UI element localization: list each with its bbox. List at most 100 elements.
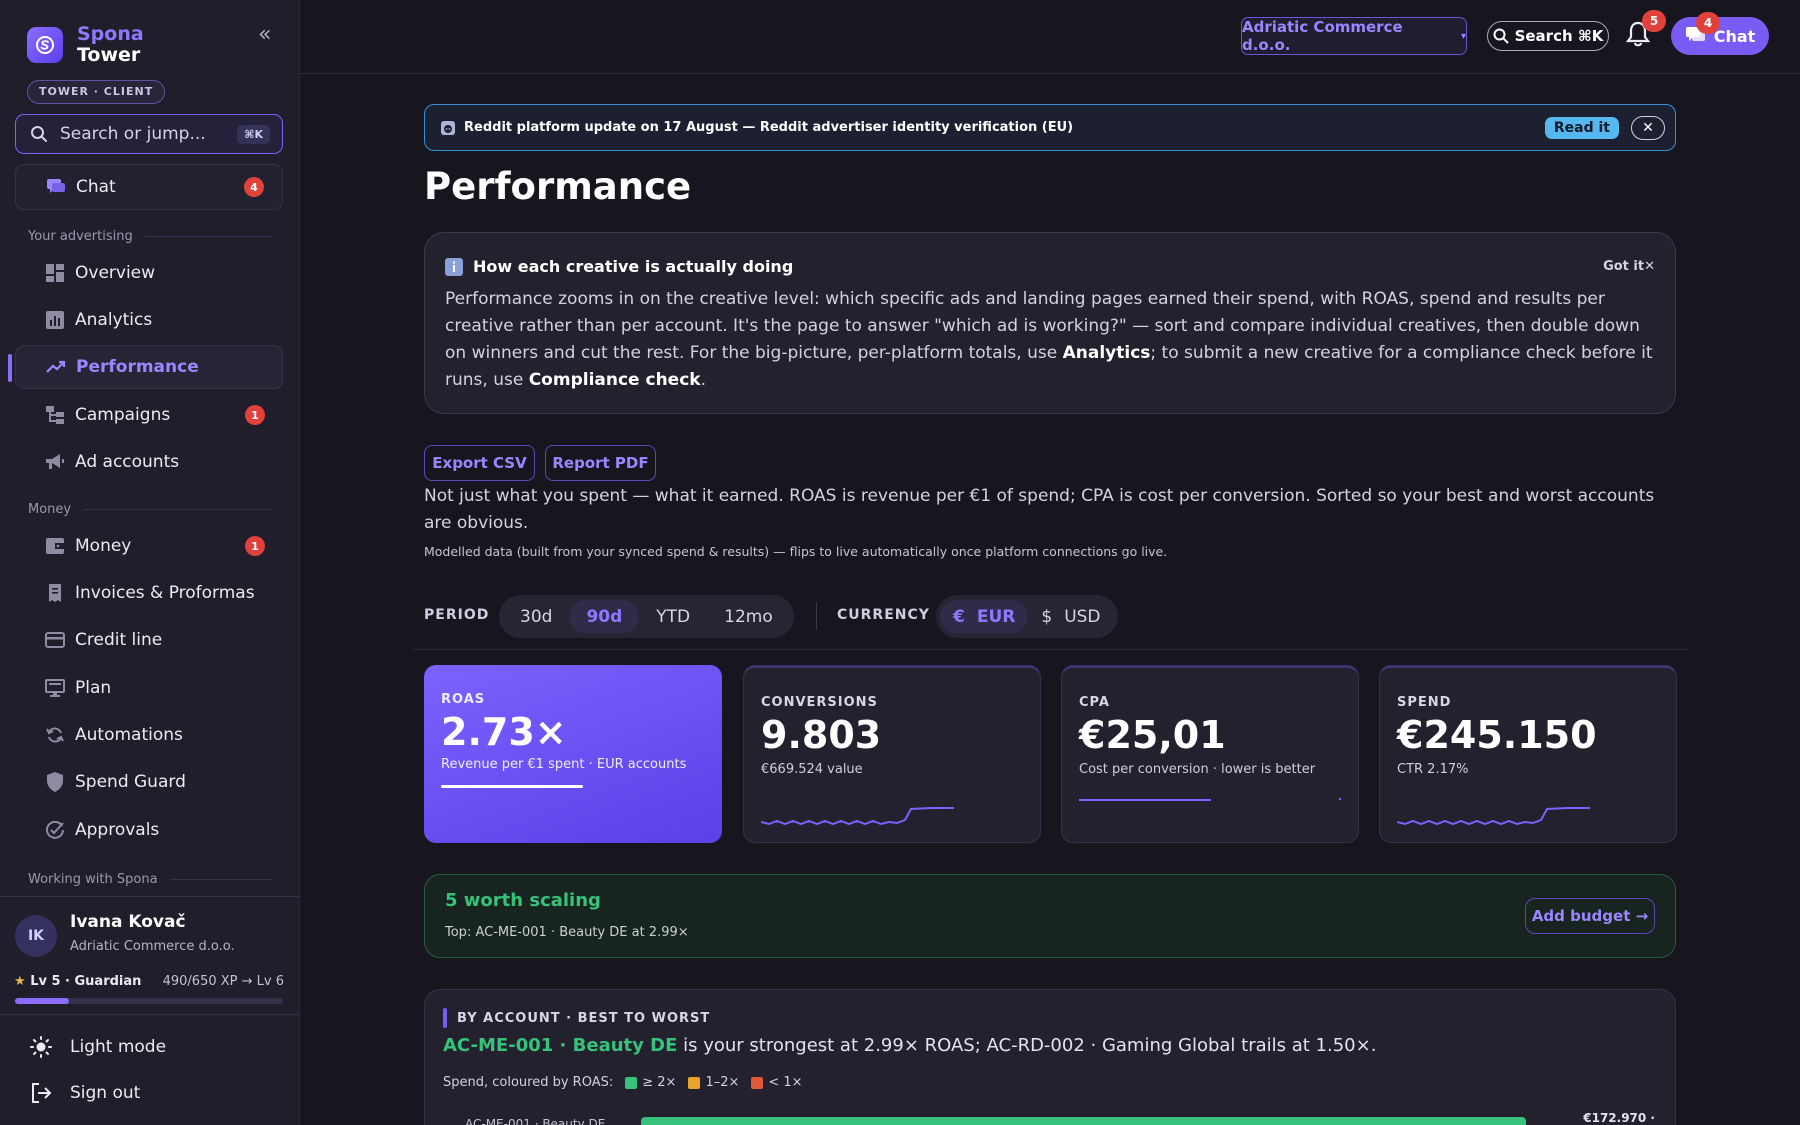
sidebar-item-analytics[interactable]: Analytics <box>15 298 283 342</box>
period-option-12mo[interactable]: 12mo <box>707 600 790 633</box>
legend-swatch-mid <box>688 1076 701 1089</box>
kpi-card-spend[interactable]: SPEND €245.150 CTR 2.17% <box>1379 665 1677 843</box>
hierarchy-icon <box>45 405 65 425</box>
trend-icon <box>46 357 66 377</box>
account-spend-bar[interactable] <box>641 1117 1526 1125</box>
level-row: ★ Lv 5 · Guardian 490/650 XP → Lv 6 <box>14 974 284 989</box>
info-body: Performance zooms in on the creative lev… <box>445 289 1653 390</box>
collapse-sidebar-icon[interactable]: « <box>258 22 271 47</box>
sidebar-item-automations[interactable]: Automations <box>15 713 283 757</box>
export-csv-button[interactable]: Export CSV <box>424 445 535 481</box>
euro-icon: € <box>953 606 965 627</box>
user-company: Adriatic Commerce d.o.o. <box>70 939 235 954</box>
sidebar-item-label: Invoices & Proformas <box>75 583 255 603</box>
kpi-label: CONVERSIONS <box>761 695 878 710</box>
receipt-icon <box>45 583 65 603</box>
compliance-check-link[interactable]: Compliance check <box>529 370 701 390</box>
sidebar-item-money[interactable]: Money 1 <box>15 524 283 568</box>
sidebar-item-invoices[interactable]: Invoices & Proformas <box>15 571 283 615</box>
info-title: How each creative is actually doing <box>473 257 794 276</box>
legend-swatch-low <box>751 1076 764 1089</box>
sidebar-item-label: Plan <box>75 678 112 698</box>
sidebar-search-input[interactable]: Search or jump... ⌘K <box>15 114 283 154</box>
section-label: Money <box>28 502 272 517</box>
search-icon <box>1493 28 1509 44</box>
search-button[interactable]: Search ⌘K <box>1487 21 1609 51</box>
period-option-ytd[interactable]: YTD <box>639 600 707 633</box>
sidebar-item-credit-line[interactable]: Credit line <box>15 618 283 662</box>
currency-option-usd[interactable]: $ USD <box>1028 600 1113 633</box>
chat-button-label: Chat <box>1713 26 1756 46</box>
chat-button[interactable]: Chat <box>1671 17 1769 55</box>
announcement-banner: Reddit platform update on 17 August — Re… <box>424 104 1676 151</box>
light-mode-label: Light mode <box>70 1037 167 1057</box>
sidebar-item-label: Overview <box>75 263 156 283</box>
info-card: How each creative is actually doing Got … <box>424 232 1676 414</box>
bar-chart-icon <box>45 310 65 330</box>
light-mode-toggle[interactable]: Light mode <box>30 1036 166 1058</box>
chat-count-badge: 4 <box>244 177 264 197</box>
divider <box>0 896 299 897</box>
report-pdf-button[interactable]: Report PDF <box>545 445 656 481</box>
kpi-card-roas[interactable]: ROAS 2.73× Revenue per €1 spent · EUR ac… <box>424 665 722 843</box>
period-option-30d[interactable]: 30d <box>503 600 569 633</box>
sidebar-item-performance[interactable]: Performance <box>15 345 283 389</box>
sidebar-item-label: Automations <box>75 725 183 745</box>
currency-selector: € EUR $ USD <box>936 595 1118 638</box>
close-banner-icon[interactable]: ✕ <box>1631 115 1665 140</box>
campaigns-count-badge: 1 <box>245 405 265 425</box>
period-label: PERIOD <box>424 607 490 623</box>
sign-out-button[interactable]: Sign out <box>30 1082 140 1104</box>
sidebar-item-ad-accounts[interactable]: Ad accounts <box>15 440 283 484</box>
period-option-90d[interactable]: 90d <box>569 600 640 633</box>
top-account-link[interactable]: AC-ME-001 · Beauty DE <box>443 1035 677 1056</box>
by-account-header: BY ACCOUNT · BEST TO WORST <box>443 1008 710 1028</box>
read-it-button[interactable]: Read it <box>1544 116 1619 139</box>
xp-progress-bar <box>15 998 283 1004</box>
dollar-icon: $ <box>1041 606 1053 627</box>
sidebar-item-label: Campaigns <box>75 405 171 425</box>
kpi-card-cpa[interactable]: CPA €25,01 Cost per conversion · lower i… <box>1061 665 1359 843</box>
section-label: Your advertising <box>28 229 272 244</box>
accent-bar <box>443 1008 447 1028</box>
search-placeholder: Search or jump... <box>60 124 206 144</box>
xp-label: 490/650 XP → Lv 6 <box>162 974 284 989</box>
org-name: Adriatic Commerce d.o.o. <box>1242 18 1403 54</box>
scaling-title: 5 worth scaling <box>445 890 601 911</box>
org-switcher[interactable]: Adriatic Commerce d.o.o. ▾ <box>1241 17 1467 55</box>
sidebar-item-label: Approvals <box>75 820 160 840</box>
search-button-label: Search ⌘K <box>1514 27 1604 45</box>
by-account-summary: AC-ME-001 · Beauty DE is your strongest … <box>443 1035 1377 1056</box>
sidebar-item-label: Money <box>75 536 132 556</box>
grid-icon <box>45 263 65 283</box>
brand[interactable]: Spona Tower <box>27 24 144 66</box>
sidebar-item-plan[interactable]: Plan <box>15 666 283 710</box>
kpi-card-conversions[interactable]: CONVERSIONS 9.803 €669.524 value <box>743 665 1041 843</box>
got-it-button[interactable]: Got it✕ <box>1603 259 1655 274</box>
add-budget-button[interactable]: Add budget → <box>1525 898 1655 934</box>
sidebar-item-campaigns[interactable]: Campaigns 1 <box>15 393 283 437</box>
analytics-link[interactable]: Analytics <box>1063 343 1151 363</box>
topbar: Adriatic Commerce d.o.o. ▾ Search ⌘K 5 Ch… <box>300 0 1800 74</box>
sidebar-item-spend-guard[interactable]: Spend Guard <box>15 760 283 804</box>
shield-icon <box>45 772 65 792</box>
scaling-card: 5 worth scaling Top: AC-ME-001 · Beauty … <box>424 874 1676 958</box>
megaphone-icon <box>45 452 65 472</box>
divider <box>816 602 817 630</box>
conversions-sparkline <box>761 807 954 826</box>
currency-option-eur[interactable]: € EUR <box>940 600 1029 633</box>
kpi-value: 2.73× <box>441 710 567 754</box>
period-selector: 30d 90d YTD 12mo <box>499 595 794 638</box>
sidebar-item-overview[interactable]: Overview <box>15 251 283 295</box>
kpi-sub: CTR 2.17% <box>1397 762 1469 777</box>
sun-icon <box>30 1036 52 1058</box>
kpi-value: €25,01 <box>1079 713 1226 757</box>
avatar[interactable]: IK <box>15 915 57 957</box>
roas-legend: Spend, coloured by ROAS: ≥ 2× 1–2× < 1× <box>443 1075 803 1090</box>
sidebar-item-chat[interactable]: Chat 4 <box>15 164 283 210</box>
kpi-sub: Revenue per €1 spent · EUR accounts <box>441 757 687 772</box>
legend-item: ≥ 2× <box>642 1075 677 1090</box>
sign-out-label: Sign out <box>70 1083 141 1103</box>
sidebar-item-approvals[interactable]: Approvals <box>15 808 283 852</box>
legend-item: < 1× <box>768 1075 803 1090</box>
